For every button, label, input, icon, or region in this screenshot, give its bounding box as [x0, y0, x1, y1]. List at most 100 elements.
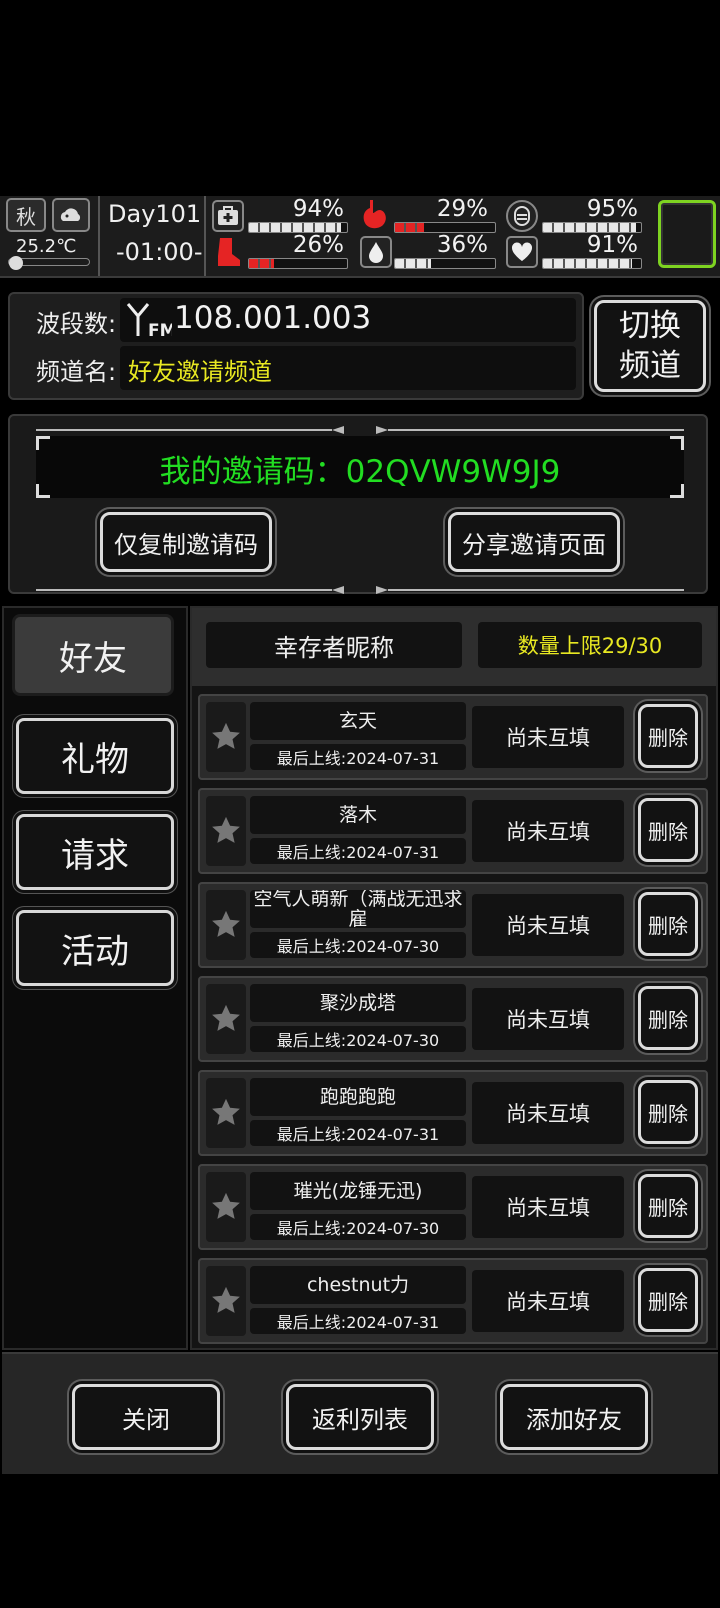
delete-friend-label: 删除 — [648, 1289, 688, 1314]
stomach-icon — [360, 198, 392, 232]
svg-text:FM: FM — [148, 321, 172, 338]
favorite-star-icon[interactable] — [206, 1266, 246, 1336]
invite-panel: 我的邀请码：02QVW9W9J9 仅复制邀请码 分享邀请页面 — [8, 414, 708, 594]
delete-friend-button[interactable]: 删除 — [638, 986, 698, 1050]
delete-friend-label: 删除 — [648, 1007, 688, 1032]
copy-code-button[interactable]: 仅复制邀请码 — [100, 512, 272, 572]
switch-channel-button[interactable]: 切换 频道 — [594, 300, 706, 392]
friend-name: 落木 — [250, 796, 466, 834]
tab-gifts-label: 礼物 — [61, 739, 129, 780]
friend-last-online: 最后上线:2024-07-31 — [250, 744, 466, 770]
friend-row: 玄天 最后上线:2024-07-31 尚未互填 删除 — [198, 694, 708, 780]
friend-last-online: 最后上线:2024-07-31 — [250, 1120, 466, 1146]
friend-name: 玄天 — [250, 702, 466, 740]
friend-status: 尚未互填 — [472, 1176, 624, 1238]
invite-code-box: 我的邀请码：02QVW9W9J9 — [36, 436, 684, 498]
tab-events[interactable]: 活动 — [16, 910, 174, 986]
thirst-bar — [394, 258, 496, 269]
friend-status: 尚未互填 — [472, 988, 624, 1050]
friend-row: 聚沙成塔 最后上线:2024-07-30 尚未互填 删除 — [198, 976, 708, 1062]
favorite-star-icon[interactable] — [206, 1078, 246, 1148]
favorite-star-icon[interactable] — [206, 1172, 246, 1242]
friends-panel: 幸存者昵称 数量上限29/30 玄天 最后上线:2024-07-31 尚未互填 … — [190, 606, 718, 1350]
fatigue-value: 26% — [292, 232, 344, 258]
switch-channel-label-2: 频道 — [619, 348, 681, 384]
tab-requests-label: 请求 — [61, 835, 129, 876]
channel-name-label: 频道名: — [36, 358, 117, 386]
temperature: 25.2℃ — [16, 236, 77, 257]
close-button[interactable]: 关闭 — [72, 1384, 220, 1450]
delete-friend-label: 删除 — [648, 1101, 688, 1126]
friend-last-online-text: 最后上线:2024-07-31 — [276, 749, 440, 768]
equipment-slot[interactable] — [658, 200, 716, 268]
share-page-button[interactable]: 分享邀请页面 — [448, 512, 620, 572]
energy-value: 95% — [586, 196, 638, 222]
friend-status: 尚未互填 — [472, 706, 624, 768]
friend-row: chestnut力 最后上线:2024-07-31 尚未互填 删除 — [198, 1258, 708, 1344]
friend-last-online: 最后上线:2024-07-30 — [250, 932, 466, 958]
friend-row: 璀光(龙锤无迅) 最后上线:2024-07-30 尚未互填 删除 — [198, 1164, 708, 1250]
friend-status: 尚未互填 — [472, 1082, 624, 1144]
weather-icon — [52, 198, 90, 232]
tab-sidebar: 好友 礼物 请求 活动 — [2, 606, 188, 1350]
friend-name-text: 落木 — [338, 804, 377, 826]
band-value: 108.001.003 — [174, 300, 372, 336]
share-page-label: 分享邀请页面 — [462, 530, 606, 559]
medkit-icon — [212, 200, 244, 232]
tab-events-label: 活动 — [61, 931, 129, 972]
tab-friends[interactable]: 好友 — [12, 614, 174, 696]
delete-friend-button[interactable]: 删除 — [638, 798, 698, 862]
delete-friend-button[interactable]: 删除 — [638, 704, 698, 768]
friend-status-text: 尚未互填 — [506, 1290, 590, 1314]
friend-last-online: 最后上线:2024-07-31 — [250, 838, 466, 864]
friend-status-text: 尚未互填 — [506, 1196, 590, 1220]
friend-status-text: 尚未互填 — [506, 914, 590, 938]
band-display: FM 108.001.003 — [120, 298, 576, 342]
friend-status-text: 尚未互填 — [506, 820, 590, 844]
add-friend-label: 添加好友 — [526, 1405, 622, 1434]
friend-row: 落木 最后上线:2024-07-31 尚未互填 删除 — [198, 788, 708, 874]
band-label: 波段数: — [36, 310, 117, 338]
friend-name: chestnut力 — [250, 1266, 466, 1304]
delete-friend-button[interactable]: 删除 — [638, 1174, 698, 1238]
delete-friend-label: 删除 — [648, 819, 688, 844]
add-friend-button[interactable]: 添加好友 — [500, 1384, 648, 1450]
temperature-gauge — [8, 256, 90, 270]
divider — [204, 196, 206, 276]
favorite-star-icon[interactable] — [206, 984, 246, 1054]
footer-bar: 关闭 返利列表 添加好友 — [2, 1352, 718, 1474]
friend-last-online-text: 最后上线:2024-07-30 — [276, 1031, 440, 1050]
friend-last-online-text: 最后上线:2024-07-31 — [276, 843, 440, 862]
friend-status-text: 尚未互填 — [506, 1008, 590, 1032]
thirst-value: 36% — [436, 232, 488, 258]
delete-friend-button[interactable]: 删除 — [638, 1268, 698, 1332]
fm-antenna-icon: FM — [126, 302, 177, 342]
rebate-list-button[interactable]: 返利列表 — [286, 1384, 434, 1450]
friend-name-text: 璀光(龙锤无迅) — [293, 1180, 423, 1202]
friends-header: 幸存者昵称 数量上限29/30 — [192, 608, 716, 686]
tab-gifts[interactable]: 礼物 — [16, 718, 174, 794]
game-time: -01:00- — [116, 238, 203, 266]
friend-last-online: 最后上线:2024-07-30 — [250, 1214, 466, 1240]
favorite-star-icon[interactable] — [206, 796, 246, 866]
friend-name: 聚沙成塔 — [250, 984, 466, 1022]
hunger-value: 29% — [436, 196, 488, 222]
favorite-star-icon[interactable] — [206, 702, 246, 772]
friend-name: 璀光(龙锤无迅) — [250, 1172, 466, 1210]
energy-icon — [506, 200, 538, 232]
delete-friend-button[interactable]: 删除 — [638, 1080, 698, 1144]
day-counter: Day101 — [108, 200, 202, 228]
friend-last-online-text: 最后上线:2024-07-30 — [276, 937, 440, 956]
status-bar: 秋 25.2℃ Day101 -01:00- 94% 29% 95% 26% 3… — [0, 196, 720, 278]
friend-name-text: chestnut力 — [306, 1274, 410, 1296]
tab-requests[interactable]: 请求 — [16, 814, 174, 890]
season-label: 秋 — [16, 204, 36, 229]
mood-bar — [542, 258, 642, 269]
delete-friend-button[interactable]: 删除 — [638, 892, 698, 956]
divider — [98, 196, 100, 276]
friend-status-text: 尚未互填 — [506, 1102, 590, 1126]
ornament-divider — [36, 420, 684, 434]
delete-friend-label: 删除 — [648, 913, 688, 938]
mood-value: 91% — [586, 232, 638, 258]
favorite-star-icon[interactable] — [206, 890, 246, 960]
